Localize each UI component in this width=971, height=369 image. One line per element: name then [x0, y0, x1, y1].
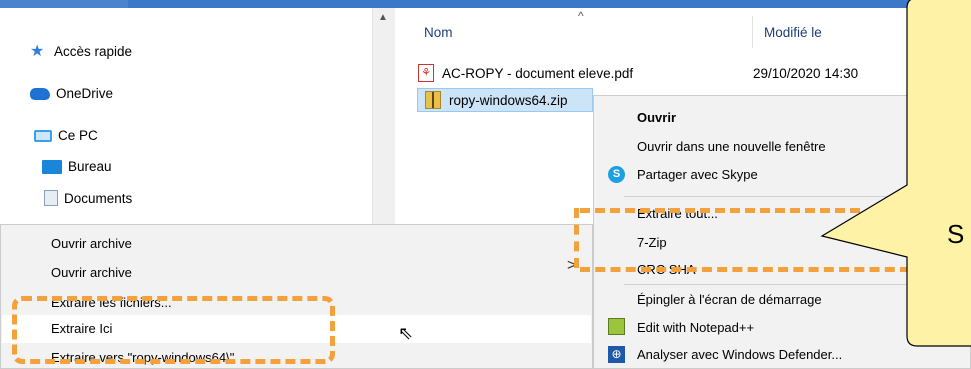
pdf-icon: ⚘: [418, 64, 434, 82]
nav-item-label: Bureau: [68, 159, 112, 174]
callout-text: S: [947, 219, 965, 249]
menu-item-7zip[interactable]: 7-Zip: [637, 235, 667, 250]
highlight-7zip-left: [574, 208, 579, 268]
nav-item-documents[interactable]: Documents: [44, 190, 132, 206]
nav-item-label: OneDrive: [56, 86, 114, 101]
defender-icon: ⊕: [608, 346, 625, 363]
nav-item-quick-access[interactable]: ★ Accès rapide: [30, 42, 133, 60]
documents-folder-icon: [44, 190, 58, 206]
column-separator[interactable]: [752, 16, 753, 48]
nav-item-onedrive[interactable]: OneDrive: [30, 86, 113, 101]
nav-item-label: Ce PC: [58, 128, 98, 143]
submenu-item-open-archive-sub[interactable]: Ouvrir archive: [51, 265, 132, 280]
menu-item-open[interactable]: Ouvrir: [637, 110, 676, 125]
menu-item-open-new-window[interactable]: Ouvrir dans une nouvelle fenêtre: [637, 139, 826, 154]
mouse-pointer-icon: ⇖: [398, 323, 414, 343]
file-name: AC-ROPY - document eleve.pdf: [442, 65, 634, 81]
submenu-item-open-archive[interactable]: Ouvrir archive: [51, 236, 132, 251]
nav-item-this-pc[interactable]: Ce PC: [34, 128, 98, 143]
cloud-icon: [30, 87, 50, 100]
computer-icon: [34, 129, 52, 142]
nav-item-desktop[interactable]: Bureau: [42, 159, 112, 174]
menu-item-defender[interactable]: Analyser avec Windows Defender...: [637, 347, 842, 362]
nav-item-label: Accès rapide: [54, 44, 133, 59]
desktop-folder-icon: [42, 159, 62, 174]
zip-icon: [425, 91, 441, 109]
skype-icon: S: [608, 166, 625, 183]
sort-ascending-icon: ^: [578, 9, 584, 23]
file-name: ropy-windows64.zip: [449, 92, 568, 108]
callout-bubble: [820, 0, 971, 347]
notepadpp-icon: [608, 318, 625, 335]
nav-item-label: Documents: [64, 190, 133, 206]
scroll-up-arrow-icon[interactable]: ▲: [378, 12, 388, 23]
file-row-selected[interactable]: ropy-windows64.zip: [417, 88, 593, 112]
menu-item-notepadpp[interactable]: Edit with Notepad++: [637, 320, 754, 335]
menu-item-pin-start[interactable]: Épingler à l'écran de démarrage: [637, 292, 822, 307]
highlight-7zip-top: [580, 208, 860, 213]
star-icon: ★: [30, 42, 45, 60]
column-header-modified[interactable]: Modifié le: [764, 25, 822, 40]
menu-item-share-skype[interactable]: Partager avec Skype: [637, 167, 758, 182]
column-header-name[interactable]: Nom: [424, 25, 453, 40]
highlight-extract-here: [12, 296, 335, 364]
